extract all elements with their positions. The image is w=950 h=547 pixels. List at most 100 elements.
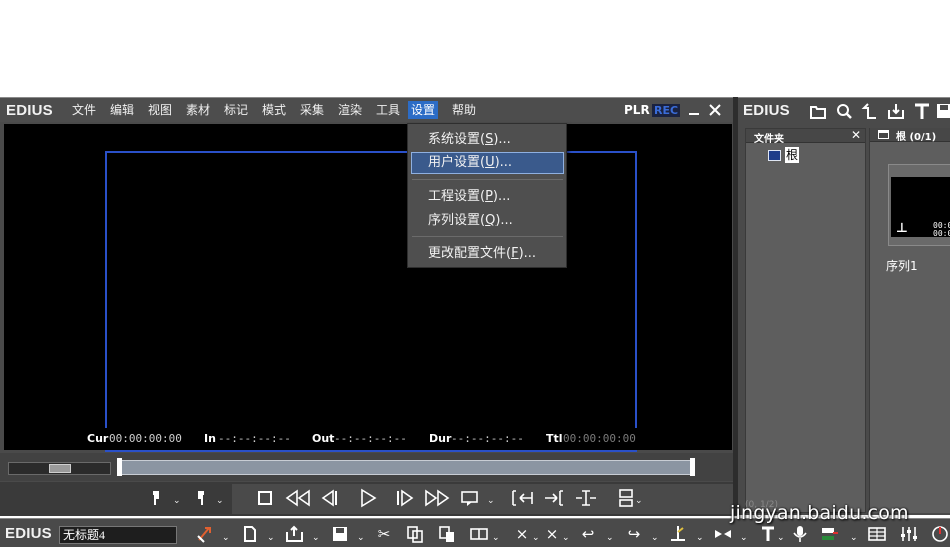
menu-clip[interactable]: 素材 <box>183 101 213 119</box>
position-end-marker[interactable] <box>690 458 695 476</box>
rec-toggle[interactable]: REC <box>652 104 681 117</box>
menu-edit[interactable]: 编辑 <box>107 101 137 119</box>
timecode-bar: Cur 00:00:00:00 In --:--:--:-- Out --:--… <box>4 428 732 450</box>
undo-icon[interactable]: ↩ <box>578 524 598 544</box>
microphone-icon[interactable] <box>790 524 810 547</box>
new-sequence-icon[interactable] <box>240 524 260 547</box>
paste-icon[interactable] <box>437 524 457 547</box>
grid-icon[interactable] <box>867 524 887 547</box>
vectorscope-icon[interactable] <box>930 524 950 547</box>
up-folder-icon[interactable] <box>861 101 879 126</box>
timeline-logo: EDIUS <box>5 525 52 542</box>
menu-item-change-profile[interactable]: 更改配置文件(F)... <box>411 243 564 265</box>
menu-mode[interactable]: 模式 <box>259 101 289 119</box>
preview-screen[interactable] <box>4 124 732 452</box>
menu-file[interactable]: 文件 <box>69 101 99 119</box>
chevron-down-icon[interactable]: ⌄ <box>651 533 659 543</box>
title-icon[interactable] <box>913 101 931 126</box>
chevron-down-icon[interactable]: ⌄ <box>267 533 275 543</box>
window-icon <box>878 130 889 139</box>
step-forward-icon[interactable] <box>393 487 417 509</box>
cut-icon[interactable]: ✂ <box>374 524 394 544</box>
plr-toggle[interactable]: PLR <box>624 103 650 117</box>
mixer-icon[interactable] <box>899 524 919 547</box>
insert-icon[interactable] <box>510 487 536 509</box>
chevron-down-icon[interactable]: ⌄ <box>562 533 570 543</box>
step-back-icon[interactable] <box>318 487 342 509</box>
title-icon[interactable] <box>759 524 779 547</box>
position-start-marker[interactable] <box>117 458 122 476</box>
chevron-down-icon[interactable]: ⌄ <box>222 533 230 543</box>
import-icon[interactable] <box>887 101 905 126</box>
menu-item-suffix: )... <box>495 213 513 228</box>
chevron-down-icon[interactable]: ⌄ <box>173 496 181 506</box>
paste-insert-icon[interactable] <box>469 524 489 547</box>
mark-out-icon[interactable] <box>193 487 209 509</box>
add-cut-icon[interactable] <box>668 524 688 547</box>
trim-icon[interactable] <box>573 487 599 509</box>
export-icon[interactable] <box>617 487 635 509</box>
play-icon[interactable] <box>357 487 379 509</box>
close-icon[interactable]: ✕ <box>851 128 861 142</box>
menu-tools[interactable]: 工具 <box>373 101 403 119</box>
loop-icon[interactable] <box>459 487 481 509</box>
fast-forward-icon[interactable] <box>423 487 451 509</box>
menu-marker[interactable]: 标记 <box>221 101 251 119</box>
folder-icon[interactable] <box>809 101 827 126</box>
stop-icon[interactable] <box>256 487 274 509</box>
chevron-down-icon[interactable]: ⌄ <box>312 533 320 543</box>
ripple-delete-icon[interactable]: ⨯ <box>542 524 562 544</box>
menu-item-sequence-settings[interactable]: 序列设置(Q)... <box>411 210 564 232</box>
chevron-down-icon[interactable]: ⌄ <box>696 533 704 543</box>
open-project-icon[interactable] <box>285 524 305 547</box>
menu-item-system-settings[interactable]: 系统设置(S)... <box>411 129 564 151</box>
transition-icon[interactable] <box>713 524 733 547</box>
overwrite-icon[interactable] <box>542 487 568 509</box>
close-icon[interactable] <box>708 103 722 120</box>
save-icon[interactable] <box>330 524 350 547</box>
chevron-down-icon[interactable]: ⌄ <box>777 533 785 543</box>
mark-in-icon[interactable] <box>148 487 164 509</box>
chevron-down-icon[interactable]: ⌄ <box>492 533 500 543</box>
save-icon[interactable] <box>935 101 950 126</box>
menu-settings[interactable]: 设置 <box>408 101 439 119</box>
menu-item-label: 序列设置( <box>428 213 486 228</box>
menu-help[interactable]: 帮助 <box>449 101 479 119</box>
menu-item-project-settings[interactable]: 工程设置(P)... <box>411 186 564 208</box>
chevron-down-icon[interactable]: ⌄ <box>216 496 224 506</box>
menu-item-suffix: )... <box>492 189 511 204</box>
minimize-icon[interactable] <box>688 103 700 120</box>
menu-item-label: 工程设置( <box>428 189 486 204</box>
chevron-down-icon[interactable]: ⌄ <box>740 533 748 543</box>
export-icon[interactable] <box>820 524 840 547</box>
sequence-name-field[interactable]: 无标题4 <box>59 526 177 544</box>
position-bar[interactable] <box>118 460 695 475</box>
clip-name[interactable]: 序列1 <box>886 257 918 274</box>
menu-capture[interactable]: 采集 <box>297 101 327 119</box>
bin-window: EDIUS 文件夹 ✕ 根 根 (0/1) ⊥ 00:0 00:0 序列1 (0… <box>738 97 950 515</box>
watermark-text: jingyan.baidu.com <box>730 502 909 524</box>
clip-thumbnail[interactable]: ⊥ 00:00 00:00 <box>888 164 950 246</box>
delete-icon[interactable]: ⨯ <box>512 524 532 544</box>
chevron-down-icon[interactable]: ⌄ <box>606 533 614 543</box>
chevron-down-icon[interactable]: ⌄ <box>357 533 365 543</box>
chevron-down-icon[interactable]: ⌄ <box>532 533 540 543</box>
chevron-down-icon[interactable]: ⌄ <box>487 496 495 506</box>
copy-icon[interactable] <box>405 524 425 547</box>
search-icon[interactable] <box>835 101 853 126</box>
jog-slider[interactable] <box>8 462 111 475</box>
clip-panel-title: 根 (0/1) <box>896 132 937 143</box>
chevron-down-icon[interactable]: ⌄ <box>850 533 858 543</box>
menu-view[interactable]: 视图 <box>145 101 175 119</box>
menu-render[interactable]: 渲染 <box>335 101 365 119</box>
redo-icon[interactable]: ↪ <box>624 524 644 544</box>
chevron-down-icon[interactable]: ⌄ <box>635 496 643 506</box>
folder-icon <box>768 150 781 161</box>
mode-icon[interactable] <box>195 524 215 547</box>
jog-handle[interactable] <box>49 464 71 473</box>
rewind-icon[interactable] <box>284 487 312 509</box>
tc-in-label: In <box>204 432 216 445</box>
menu-item-user-settings[interactable]: 用户设置(U)... <box>411 152 564 174</box>
menu-item-label: 更改配置文件( <box>428 246 512 261</box>
app-logo: EDIUS <box>6 102 53 119</box>
